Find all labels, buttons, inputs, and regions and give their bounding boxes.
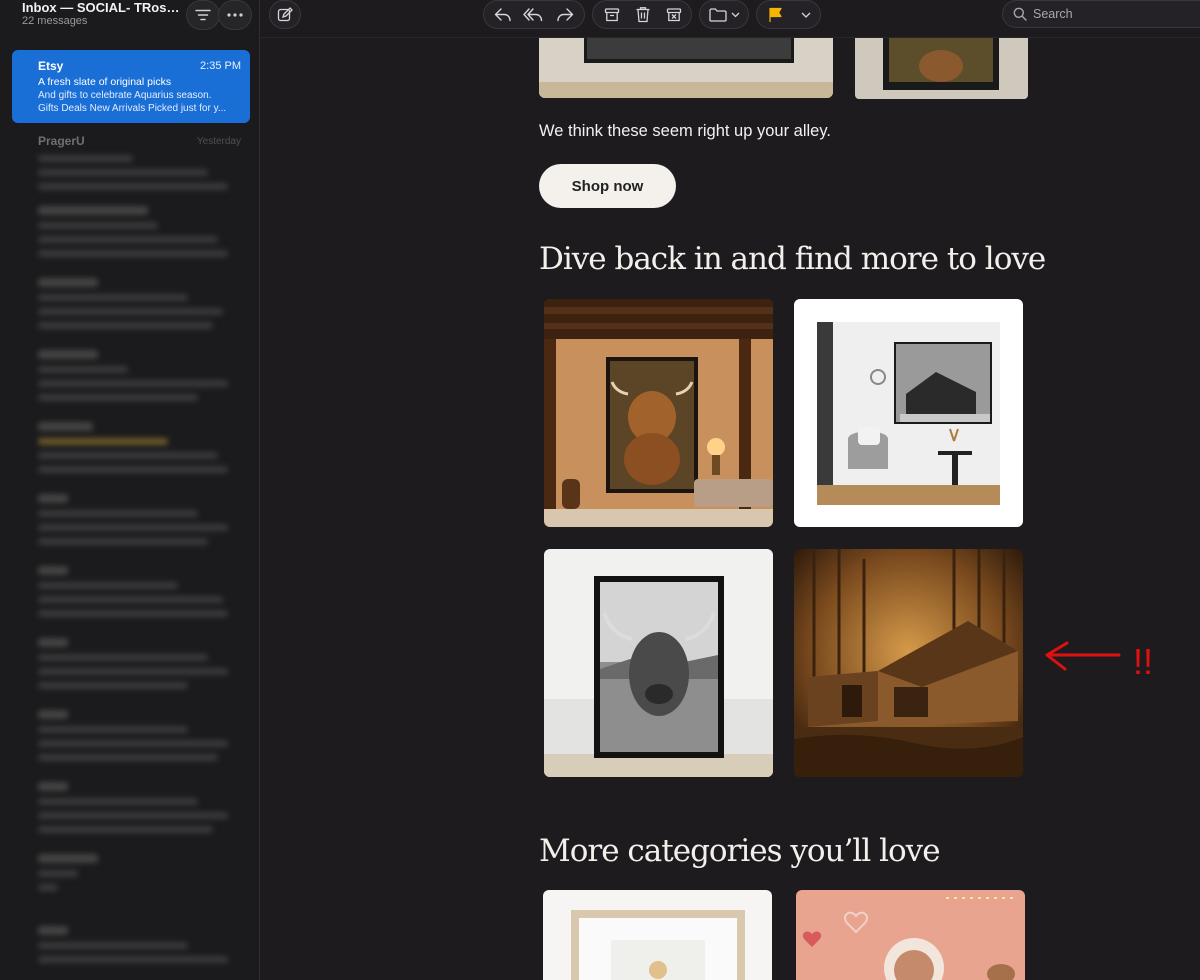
- product-photo: [544, 549, 773, 777]
- more-button[interactable]: [218, 0, 252, 30]
- list-item[interactable]: [12, 632, 250, 702]
- archive-icon: [604, 7, 620, 21]
- compose-button[interactable]: [269, 0, 301, 29]
- product-photo: [855, 38, 1028, 99]
- move-folder-icon: [708, 7, 727, 22]
- reply-icon: [494, 7, 511, 21]
- flag-button-group: [756, 0, 821, 29]
- search-box[interactable]: [1002, 0, 1200, 28]
- filter-button[interactable]: [186, 0, 220, 30]
- message-sender: [38, 638, 68, 647]
- section-heading-more-categories: More categories you’ll love: [539, 833, 941, 869]
- compose-icon: [277, 6, 293, 21]
- section-heading-dive-back-in: Dive back in and find more to love: [539, 241, 1046, 277]
- product-image-highland-cow-poster[interactable]: [544, 549, 773, 777]
- reply-all-button[interactable]: [520, 1, 548, 28]
- chevron-down-icon: [801, 12, 811, 18]
- list-item[interactable]: [12, 344, 250, 414]
- product-image-top-right[interactable]: [855, 38, 1028, 99]
- product-image-barn-print[interactable]: [794, 299, 1023, 527]
- intro-text: We think these seem right up your alley.: [539, 122, 831, 140]
- message-sender: [38, 854, 98, 863]
- action-button-group: [592, 0, 692, 29]
- product-photo: [794, 299, 1023, 527]
- product-photo: [544, 299, 773, 527]
- list-item[interactable]: [12, 560, 250, 630]
- message-sender: [38, 494, 68, 503]
- message-time: 2:35 PM: [200, 60, 241, 72]
- message-sender: [38, 566, 68, 575]
- trash-icon: [636, 7, 650, 23]
- product-photo: [796, 890, 1025, 980]
- product-photo: [539, 38, 833, 98]
- reply-button-group: [483, 0, 585, 29]
- list-item[interactable]: [12, 488, 250, 558]
- message-sender: [38, 422, 93, 431]
- archive-button[interactable]: [598, 1, 626, 28]
- reply-all-icon: [523, 7, 543, 21]
- junk-icon: [666, 7, 682, 21]
- flag-menu-button[interactable]: [792, 1, 820, 28]
- filter-icon: [195, 9, 211, 21]
- message-sender: [38, 350, 98, 359]
- product-image-rustic-barn[interactable]: [794, 549, 1023, 777]
- list-item[interactable]: [12, 704, 250, 774]
- message-count: 22 messages: [22, 15, 88, 27]
- shop-now-button[interactable]: Shop now: [539, 164, 676, 208]
- delete-button[interactable]: [629, 1, 657, 28]
- list-item[interactable]: [12, 848, 250, 918]
- list-item[interactable]: [12, 272, 250, 342]
- mailbox-title: Inbox — SOCIAL- TRose...: [22, 0, 180, 15]
- message-time: Yesterday: [196, 136, 241, 147]
- message-sender: [38, 782, 68, 791]
- message-sender: [38, 926, 68, 935]
- annotation-arrow: !!: [1045, 641, 1153, 682]
- reply-button[interactable]: [489, 1, 517, 28]
- list-item[interactable]: PragerU Yesterday: [12, 128, 250, 198]
- message-list-sidebar: Inbox — SOCIAL- TRose... 22 messages Ets…: [0, 0, 260, 980]
- email-body: We think these seem right up your alley.…: [261, 38, 1200, 980]
- search-icon: [1013, 7, 1027, 21]
- message-toolbar: [261, 0, 1200, 38]
- move-to-folder-button[interactable]: [699, 0, 749, 29]
- list-item[interactable]: [12, 920, 250, 980]
- selected-message[interactable]: Etsy 2:35 PM A fresh slate of original p…: [12, 50, 250, 123]
- message-preview-line-2: Gifts Deals New Arrivals Picked just for…: [38, 103, 227, 114]
- flag-icon: [768, 7, 782, 22]
- message-sender: [38, 278, 98, 287]
- product-photo: [794, 549, 1023, 777]
- message-preview-line-1: And gifts to celebrate Aquarius season.: [38, 90, 212, 101]
- forward-button[interactable]: [551, 1, 579, 28]
- message-sender: [38, 206, 148, 215]
- chevron-down-icon: [731, 12, 739, 17]
- list-item[interactable]: [12, 200, 250, 270]
- forward-icon: [557, 7, 574, 21]
- more-icon: [227, 13, 243, 17]
- list-item[interactable]: [12, 776, 250, 846]
- flag-button[interactable]: [761, 1, 789, 28]
- message-sender: [38, 710, 68, 719]
- junk-button[interactable]: [660, 1, 688, 28]
- annotation-mark: !!: [1133, 641, 1153, 682]
- mailbox-header: Inbox — SOCIAL- TRose... 22 messages: [0, 0, 259, 40]
- product-image-highland-cow-painting[interactable]: [544, 299, 773, 527]
- search-input[interactable]: [1033, 7, 1183, 21]
- product-photo: [543, 890, 772, 980]
- category-image-framed-print[interactable]: [543, 890, 772, 980]
- list-item[interactable]: [12, 416, 250, 486]
- category-image-valentine-gifts[interactable]: [796, 890, 1025, 980]
- message-subject: A fresh slate of original picks: [38, 76, 172, 88]
- product-image-top-left[interactable]: [539, 38, 833, 98]
